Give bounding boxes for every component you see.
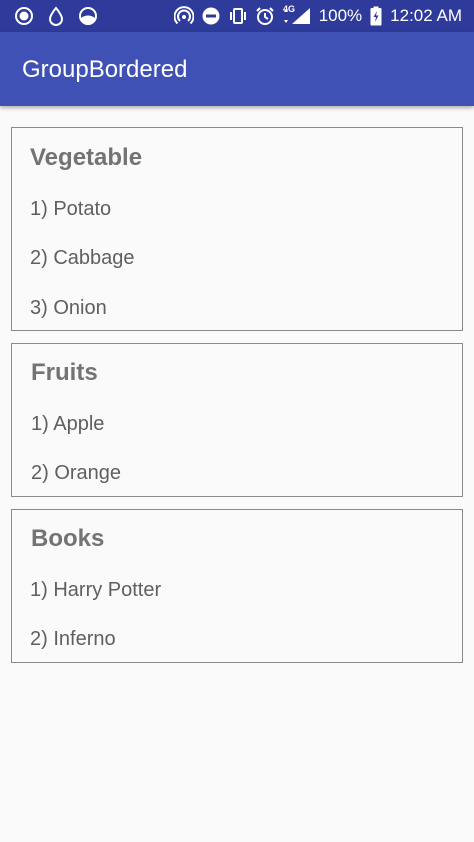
- half-circle-icon: [78, 6, 98, 26]
- list-item: 3) Onion: [30, 297, 107, 319]
- list-item: 1) Potato: [30, 198, 112, 220]
- status-bar: 100% 12:02 AM: [0, 0, 474, 32]
- network-type-label: 4G: [283, 4, 296, 14]
- do-not-disturb-icon: [201, 6, 221, 26]
- group-title: Books: [31, 525, 105, 552]
- circle-record-icon: [14, 6, 34, 26]
- group-books: Books 1) Harry Potter 2) Inferno: [11, 509, 463, 663]
- vibrate-icon: [228, 6, 248, 26]
- group-vegetable: Vegetable 1) Potato 2) Cabbage 3) Onion: [11, 127, 463, 331]
- list-item: 2) Cabbage: [30, 247, 135, 269]
- group-title: Fruits: [31, 359, 98, 386]
- battery-charging-icon: [369, 6, 383, 26]
- list-item: 2) Orange: [31, 462, 122, 484]
- list-item: 1) Apple: [31, 413, 105, 435]
- status-bar-right: 100% 12:02 AM: [173, 0, 462, 32]
- battery-percentage: 100%: [318, 6, 363, 25]
- group-fruits: Fruits 1) Apple 2) Orange: [11, 343, 463, 497]
- list-item: 2) Inferno: [30, 628, 116, 650]
- status-bar-left: [14, 0, 98, 32]
- list-item: 1) Harry Potter: [30, 579, 162, 601]
- clock: 12:02 AM: [390, 6, 462, 25]
- hotspot-icon: [173, 6, 194, 26]
- app-bar: GroupBordered: [0, 32, 474, 106]
- water-drop-icon: [46, 6, 66, 26]
- alarm-icon: [255, 6, 275, 26]
- group-title: Vegetable: [30, 144, 143, 171]
- app-title: GroupBordered: [22, 56, 188, 83]
